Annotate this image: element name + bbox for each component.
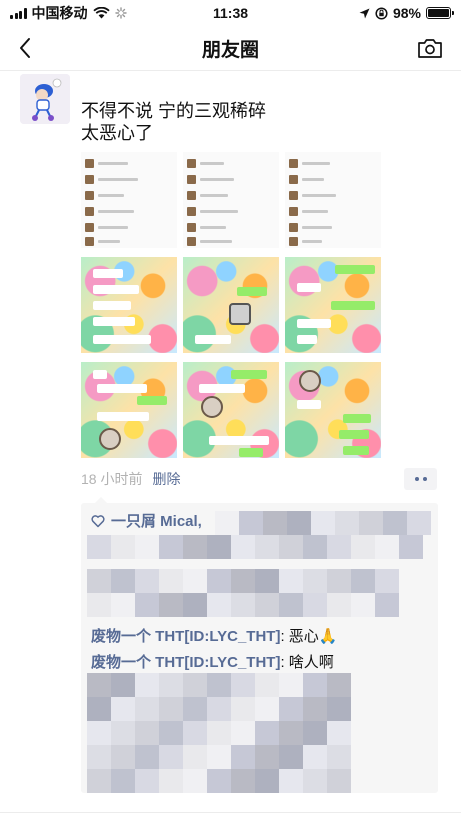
post-image[interactable] (285, 362, 381, 458)
post-image[interactable] (183, 257, 279, 353)
delete-button[interactable]: 删除 (152, 469, 180, 489)
post-image[interactable] (285, 152, 381, 248)
post-image[interactable] (81, 257, 177, 353)
post-image[interactable] (81, 152, 177, 248)
post-time: 18 小时前 (81, 471, 143, 487)
nav-bar: 朋友圈 (0, 26, 461, 70)
status-bar: 中国移动 11:38 98% (0, 0, 461, 26)
post-meta: 18 小时前 删除 (81, 469, 180, 489)
post-image[interactable] (81, 362, 177, 458)
post-text: 不得不说 宁的三观稀碎 太恶心了 (81, 100, 266, 144)
comment-author[interactable]: 废物一个 THT[ID:LYC_THT] (91, 628, 280, 645)
location-icon (359, 8, 370, 18)
like-names[interactable]: 一只屑 Mical, (111, 510, 202, 531)
chevron-left-icon[interactable] (14, 34, 38, 62)
censored-likes (215, 511, 431, 535)
post-divider (0, 812, 461, 813)
comment-item[interactable]: 废物一个 THT[ID:LYC_THT]: 恶心🙏 (91, 625, 337, 646)
censored-comments (87, 673, 351, 793)
post-image[interactable] (285, 257, 381, 353)
post-image-grid (81, 152, 381, 458)
comment-author[interactable]: 废物一个 THT[ID:LYC_THT] (91, 654, 280, 671)
wifi-icon (92, 7, 110, 19)
censored-likes (87, 569, 399, 617)
dot-icon (414, 477, 419, 481)
censored-likes (87, 535, 423, 559)
more-options-button[interactable] (404, 468, 437, 490)
loading-icon (114, 7, 127, 19)
comment-text: 恶心🙏 (288, 628, 338, 645)
dot-icon (422, 477, 427, 481)
likes-comments-box: 一只屑 Mical, 废物一个 THT[ID:LYC_THT]: 恶心🙏 废物一… (81, 497, 438, 793)
avatar[interactable] (20, 74, 70, 124)
post-text-line: 太恶心了 (81, 123, 153, 143)
signal-icon (10, 7, 27, 19)
comment-separator: : (280, 654, 289, 671)
heart-icon (91, 514, 105, 527)
comment-text: 啥人啊 (288, 654, 334, 671)
post-image[interactable] (183, 362, 279, 458)
camera-icon[interactable] (417, 37, 443, 59)
post-text-line: 不得不说 宁的三观稀碎 (81, 101, 266, 121)
comment-separator: : (280, 628, 289, 645)
battery-percent: 98% (392, 5, 421, 21)
page-title: 朋友圈 (201, 39, 259, 61)
carrier-name: 中国移动 (31, 5, 88, 21)
comment-item[interactable]: 废物一个 THT[ID:LYC_THT]: 啥人啊 (91, 651, 334, 672)
post-image[interactable] (183, 152, 279, 248)
likes-row: 一只屑 Mical, (91, 510, 202, 531)
clock: 11:38 (212, 5, 249, 21)
nav-divider (0, 70, 461, 71)
rotation-lock-icon (375, 6, 388, 20)
battery-icon (426, 7, 454, 19)
avatar-image (20, 74, 70, 124)
